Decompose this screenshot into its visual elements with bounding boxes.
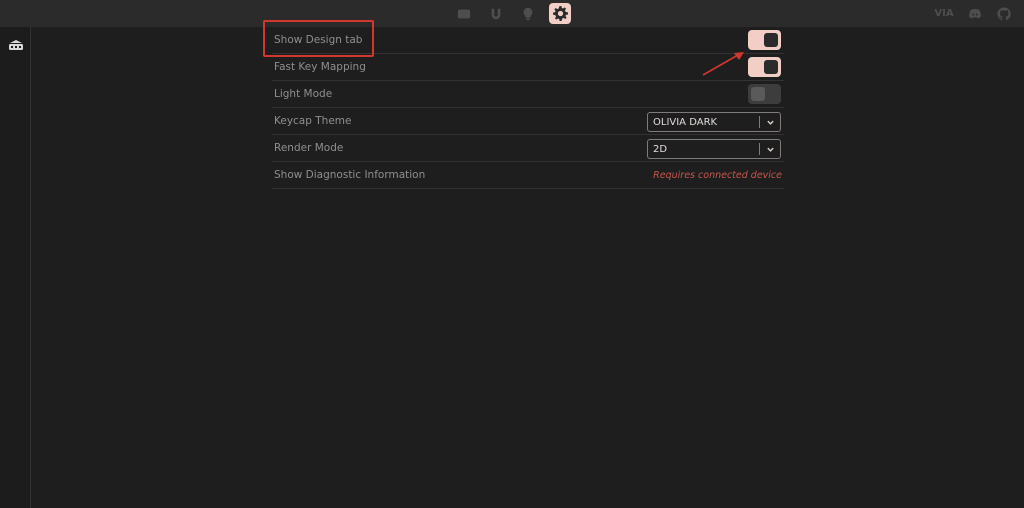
top-nav-bar: VIA [0,0,1024,27]
discord-icon[interactable] [966,5,983,22]
fast-key-mapping-toggle[interactable] [748,57,781,77]
setting-label: Show Diagnostic Information [274,169,426,181]
github-icon[interactable] [995,5,1012,22]
setting-label: Keycap Theme [274,115,352,127]
select-value: OLIVIA DARK [653,116,718,128]
setting-row-render-mode: Render Mode 2D [272,135,784,162]
settings-icon[interactable] [549,3,571,24]
setting-label: Light Mode [274,88,333,100]
chevron-down-icon [760,145,780,154]
requires-device-note: Requires connected device [653,169,782,181]
setting-label: Render Mode [274,142,344,154]
setting-row-show-diagnostic-information: Show Diagnostic Information Requires con… [272,162,784,189]
toggle-knob [764,33,778,47]
select-value: 2D [653,143,668,155]
light-mode-toggle[interactable] [748,84,781,104]
via-logo-icon[interactable]: VIA [933,5,955,22]
remap-icon[interactable] [487,5,504,22]
show-design-tab-toggle[interactable] [748,30,781,50]
toggle-knob [751,87,765,101]
setting-row-light-mode: Light Mode [272,81,784,108]
chevron-down-icon [760,118,780,127]
sidebar [0,27,31,508]
toggle-knob [764,60,778,74]
keyboard-icon[interactable] [8,36,24,50]
keyboard-icon[interactable] [455,5,472,22]
lighting-icon[interactable] [519,5,536,22]
keycap-theme-select[interactable]: OLIVIA DARK [647,112,781,132]
annotation-highlight-box [263,20,374,57]
render-mode-select[interactable]: 2D [647,139,781,159]
setting-label: Fast Key Mapping [274,61,366,73]
annotation-arrow-icon [702,52,744,76]
setting-row-keycap-theme: Keycap Theme OLIVIA DARK [272,108,784,135]
